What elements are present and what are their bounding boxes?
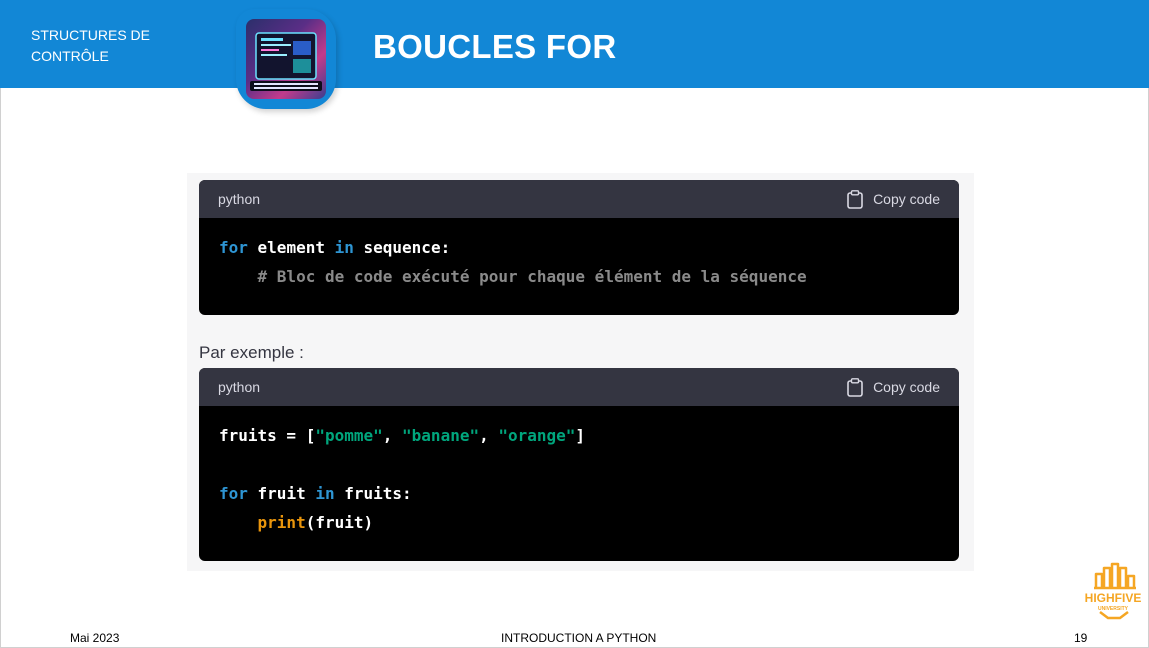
code-keyword: for (219, 238, 248, 257)
code-text: element (247, 238, 335, 257)
code-string: "pomme" (315, 426, 383, 445)
code-keyword: for (219, 484, 248, 503)
code-text: , (479, 426, 499, 445)
code-language-label: python (218, 379, 261, 395)
copy-code-label: Copy code (873, 379, 940, 395)
code-text: (fruit) (305, 513, 374, 532)
code-comment: # Bloc de code exécuté pour chaque éléme… (257, 267, 807, 286)
footer-course: INTRODUCTION A PYTHON (501, 631, 657, 645)
footer-date: Mai 2023 (70, 631, 120, 645)
example-label: Par exemple : (199, 343, 304, 362)
topic-image-frame (236, 9, 336, 109)
logo-subtext: UNIVERSITY (1098, 606, 1129, 612)
code-text: fruits = [ (219, 426, 316, 445)
code-block-example: python Copy code fruits = ["pomme", "ban… (199, 368, 959, 561)
code-line: fruits = ["pomme", "banane", "orange"] (219, 421, 939, 450)
copy-code-button[interactable]: Copy code (847, 189, 940, 209)
code-line: for fruit in fruits: (219, 479, 939, 508)
code-block-header: python Copy code (199, 180, 959, 218)
code-block-header: python Copy code (199, 368, 959, 406)
code-line: # Bloc de code exécuté pour chaque éléme… (219, 262, 939, 291)
code-text: sequence: (353, 238, 451, 257)
footer-page-number: 19 (1074, 631, 1088, 645)
section-label-line2: CONTRÔLE (31, 48, 109, 64)
code-line: for element in sequence: (219, 233, 939, 262)
code-text: , (382, 426, 403, 445)
code-builtin: print (257, 513, 306, 532)
code-keyword: in (315, 484, 335, 503)
code-body: fruits = ["pomme", "banane", "orange"] f… (199, 406, 959, 552)
code-text: ] (575, 426, 586, 445)
code-line: print(fruit) (219, 508, 939, 537)
section-label: STRUCTURES DE CONTRÔLE (31, 25, 191, 67)
logo-text: HIGHFIVE (1085, 591, 1142, 605)
code-text: fruit (247, 484, 316, 503)
header-bar: STRUCTURES DE CONTRÔLE BOUCLES FOR (0, 0, 1149, 109)
code-body: for element in sequence: # Bloc de code … (199, 218, 959, 306)
section-label-line1: STRUCTURES DE (31, 27, 151, 43)
topic-image (246, 19, 326, 99)
code-block-syntax: python Copy code for element in sequence… (199, 180, 959, 315)
code-string: "banane" (402, 426, 480, 445)
highfive-logo: HIGHFIVE UNIVERSITY (1085, 562, 1142, 620)
clipboard-icon (847, 377, 863, 397)
code-keyword: in (334, 238, 354, 257)
clipboard-icon (847, 189, 863, 209)
code-text: fruits: (334, 484, 412, 503)
code-language-label: python (218, 191, 261, 207)
page-title: BOUCLES FOR (373, 28, 617, 65)
copy-code-button[interactable]: Copy code (847, 377, 940, 397)
code-string: "orange" (498, 426, 576, 445)
copy-code-label: Copy code (873, 191, 940, 207)
